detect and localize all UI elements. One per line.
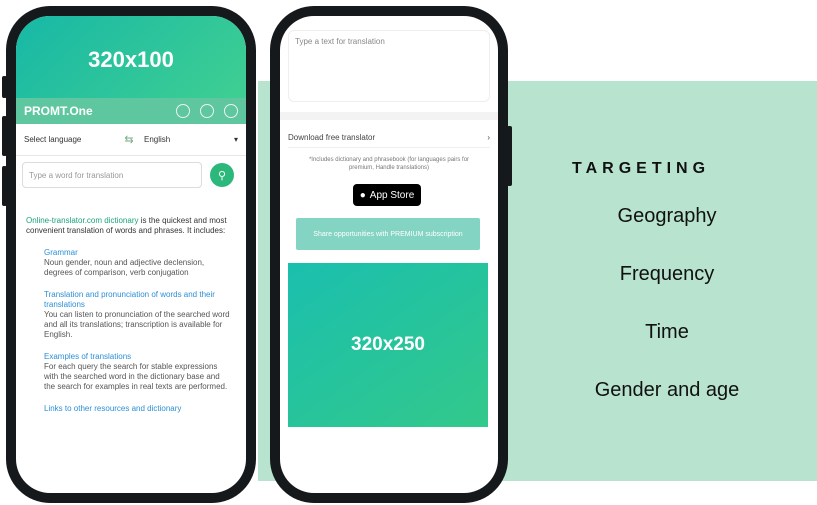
ad-banner-320x100[interactable]: 320x100: [16, 16, 246, 98]
section-divider: [280, 112, 498, 120]
dictionary-content: Online-translator.com dictionary is the …: [26, 216, 231, 414]
phone-side-button: [2, 76, 7, 98]
app-store-label: App Store: [369, 189, 415, 201]
ad-banner-size-label: 320x100: [88, 47, 174, 72]
apple-icon: ●: [359, 189, 366, 201]
targeting-item-gender-age: Gender and age: [594, 379, 740, 401]
source-language-select[interactable]: Select language: [24, 135, 114, 144]
user-icon[interactable]: [224, 104, 238, 118]
search-input[interactable]: Type a word for translation: [22, 162, 202, 188]
list-item: Links to other resources and dictionary: [44, 404, 231, 414]
offline-note: *Includes dictionary and phrasebook (for…: [308, 157, 470, 171]
app-store-button[interactable]: ● App Store: [353, 184, 421, 206]
text-translation-input[interactable]: Type a text for translation: [288, 30, 490, 102]
list-item: Examples of translations For each query …: [44, 352, 231, 392]
phone-screen-left: 320x100 PROMT.One Select language ⇆ Engl…: [16, 16, 246, 493]
section-heading[interactable]: Grammar: [44, 248, 231, 258]
phone-screen-right: Type a text for translation Download fre…: [280, 16, 498, 493]
targeting-item-time: Time: [645, 321, 689, 343]
app-logo: PROMT.One: [24, 104, 93, 118]
targeting-title: TARGETING: [572, 160, 711, 177]
section-text: You can listen to pronunciation of the s…: [44, 310, 230, 339]
premium-subscription-button[interactable]: Share opportunities with PREMIUM subscri…: [296, 218, 480, 250]
phone-side-button: [2, 116, 7, 156]
targeting-item-frequency: Frequency: [619, 263, 715, 285]
dictionary-intro: Online-translator.com dictionary is the …: [26, 216, 231, 236]
search-icon: ⚲: [217, 169, 227, 182]
list-item: Translation and pronunciation of words a…: [44, 290, 231, 340]
language-selector-row: Select language ⇆ English ▾: [16, 124, 246, 156]
download-translator-row[interactable]: Download free translator ›: [288, 128, 490, 148]
settings-icon[interactable]: [200, 104, 214, 118]
search-button[interactable]: ⚲: [210, 163, 234, 187]
phone-side-button: [2, 166, 7, 206]
phone-mockup-left: 320x100 PROMT.One Select language ⇆ Engl…: [2, 6, 256, 503]
app-header-bar: PROMT.One: [16, 98, 246, 124]
section-text: Noun gender, noun and adjective declensi…: [44, 258, 205, 277]
swap-languages-icon[interactable]: ⇆: [114, 133, 144, 146]
phone-mockup-right: Type a text for translation Download fre…: [270, 6, 512, 503]
chevron-right-icon: ›: [487, 133, 490, 142]
section-heading[interactable]: Translation and pronunciation of words a…: [44, 290, 231, 310]
chevron-down-icon: ▾: [234, 135, 239, 144]
targeting-item-geography: Geography: [617, 205, 717, 227]
ad-banner-320x250[interactable]: 320x250: [288, 263, 488, 427]
target-language-select[interactable]: English: [144, 135, 234, 144]
phone-side-button: [507, 126, 512, 186]
section-heading[interactable]: Links to other resources and dictionary: [44, 404, 231, 414]
download-translator-label: Download free translator: [288, 133, 376, 142]
ad-banner-size-label: 320x250: [351, 334, 425, 355]
section-text: For each query the search for stable exp…: [44, 362, 228, 391]
search-row: Type a word for translation ⚲: [22, 161, 234, 189]
section-heading[interactable]: Examples of translations: [44, 352, 231, 362]
list-item: Grammar Noun gender, noun and adjective …: [44, 248, 231, 278]
dictionary-link[interactable]: Online-translator.com dictionary: [26, 216, 139, 225]
info-icon[interactable]: [176, 104, 190, 118]
